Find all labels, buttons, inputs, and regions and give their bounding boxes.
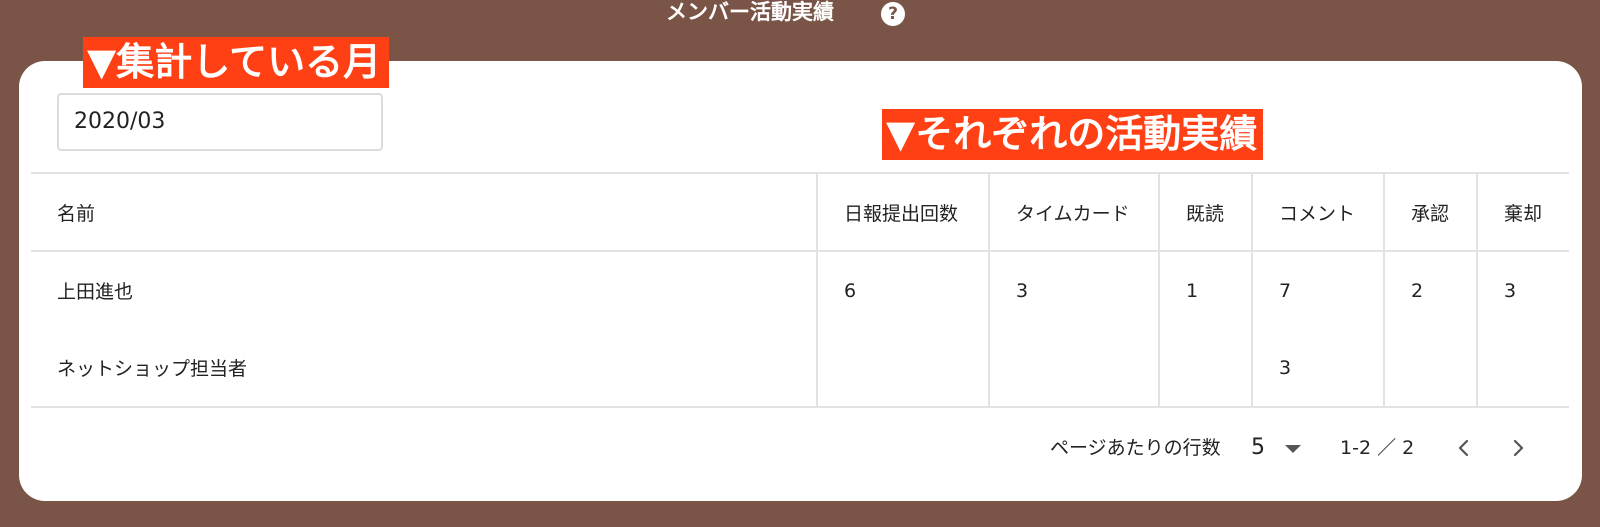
column-header-name[interactable]: 名前	[31, 173, 817, 251]
cell-read	[1158, 329, 1252, 407]
cell-approve: 2	[1383, 251, 1477, 329]
next-page-button[interactable]	[1502, 432, 1534, 464]
chevron-left-icon	[1458, 439, 1469, 457]
cell-timecard	[988, 329, 1159, 407]
chevron-right-icon	[1513, 439, 1524, 457]
column-header-timecard[interactable]: タイムカード	[988, 173, 1159, 251]
month-annotation: ▼集計している月	[83, 37, 390, 88]
help-icon[interactable]: ?	[881, 2, 905, 26]
activity-annotation: ▼それぞれの活動実績	[882, 109, 1264, 160]
cell-reject: 3	[1476, 251, 1569, 329]
table-row[interactable]: 上田進也 6 3 1 7 2 3	[31, 251, 1569, 329]
cell-comment: 3	[1251, 329, 1384, 407]
cell-name: 上田進也	[57, 281, 134, 303]
month-field[interactable]: 2020/03	[57, 93, 383, 151]
table-row[interactable]: ネットショップ担当者 3	[31, 329, 1569, 407]
rows-per-page-select[interactable]: 5	[1251, 432, 1313, 464]
rows-per-page-label: ページあたりの行数	[1050, 437, 1221, 459]
table-header-row: 名前 日報提出回数 タイムカード 既読 コメント 承認 棄却	[31, 173, 1569, 251]
cell-timecard: 3	[988, 251, 1159, 329]
activity-table: 名前 日報提出回数 タイムカード 既読 コメント 承認 棄却 上田進也 6 3 …	[31, 172, 1569, 408]
cell-daily-reports: 6	[816, 251, 989, 329]
cell-name: ネットショップ担当者	[57, 358, 248, 380]
page-title: メンバー活動実績	[666, 0, 834, 24]
column-header-reject[interactable]: 棄却	[1476, 173, 1569, 251]
title-bar: メンバー活動実績 ?	[0, 0, 1600, 30]
column-header-daily-reports[interactable]: 日報提出回数	[816, 173, 989, 251]
column-header-read[interactable]: 既読	[1158, 173, 1252, 251]
cell-comment: 7	[1251, 251, 1384, 329]
caret-down-icon	[1285, 445, 1301, 453]
cell-reject	[1476, 329, 1569, 407]
column-header-approve[interactable]: 承認	[1383, 173, 1477, 251]
previous-page-button[interactable]	[1448, 432, 1480, 464]
cell-approve	[1383, 329, 1477, 407]
column-header-comment[interactable]: コメント	[1251, 173, 1384, 251]
cell-daily-reports	[816, 329, 989, 407]
cell-read: 1	[1158, 251, 1252, 329]
pagination-range: 1-2 ／ 2	[1340, 437, 1415, 459]
rows-per-page-value: 5	[1251, 435, 1265, 460]
